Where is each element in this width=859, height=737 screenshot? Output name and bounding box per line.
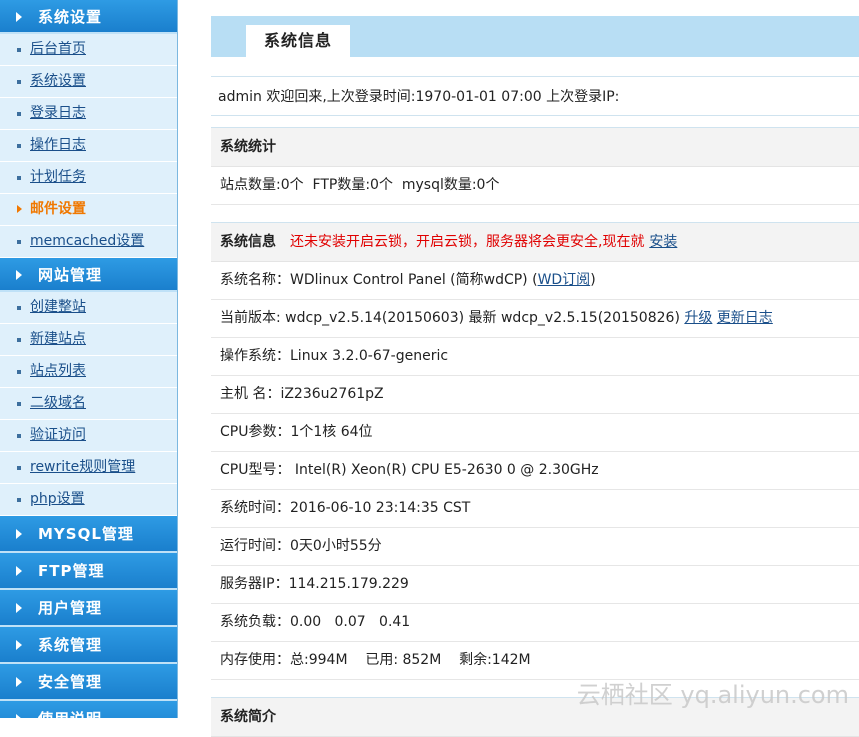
wd-subscribe-link[interactable]: WD订阅 xyxy=(538,272,591,288)
bullet-icon xyxy=(17,240,21,244)
sidebar-section-security[interactable]: 安全管理 xyxy=(0,664,177,701)
info-row-uptime: 运行时间：0天0小时55分 xyxy=(211,528,859,566)
sidebar-section-label: MYSQL管理 xyxy=(38,525,134,543)
sidebar-item-link[interactable]: 创建整站 xyxy=(30,299,86,315)
upgrade-link[interactable]: 升级 xyxy=(684,310,712,326)
sidebar-section-user[interactable]: 用户管理 xyxy=(0,590,177,627)
sidebar-item-link[interactable]: 验证访问 xyxy=(30,427,86,443)
stats-line: 站点数量:0个 FTP数量:0个 mysql数量:0个 xyxy=(211,167,859,205)
sidebar-item-create-site[interactable]: 创建整站 xyxy=(0,292,177,324)
sidebar-item-link[interactable]: 操作日志 xyxy=(30,137,86,153)
watermark: 云栖社区 yq.aliyun.com xyxy=(576,681,849,709)
sidebar-section-label: 网站管理 xyxy=(38,266,103,284)
sidebar-section-help[interactable]: 使用说明 xyxy=(0,701,177,718)
sidebar-item-link[interactable]: 二级域名 xyxy=(30,395,86,411)
info-row-server-ip: 服务器IP：114.215.179.229 xyxy=(211,566,859,604)
info-name-text: 系统名称：WDlinux Control Panel (简称wdCP) ( xyxy=(220,272,538,288)
info-row-load: 系统负载：0.00 0.07 0.41 xyxy=(211,604,859,642)
sidebar-item-rewrite[interactable]: rewrite规则管理 xyxy=(0,452,177,484)
sidebar-item-link[interactable]: 新建站点 xyxy=(30,331,86,347)
bullet-icon xyxy=(17,498,21,502)
info-title: 系统信息 xyxy=(220,234,276,250)
bullet-icon xyxy=(17,306,21,310)
sidebar-item-access-verify[interactable]: 验证访问 xyxy=(0,420,177,452)
welcome-message: admin 欢迎回来,上次登录时间:1970-01-01 07:00 上次登录I… xyxy=(211,76,859,116)
info-header: 系统信息 还未安装开启云锁，开启云锁，服务器将会更安全,现在就 安装 xyxy=(211,223,859,262)
info-row-os: 操作系统：Linux 3.2.0-67-generic xyxy=(211,338,859,376)
arrow-right-icon xyxy=(16,677,22,687)
tab-system-info[interactable]: 系统信息 xyxy=(246,25,350,57)
arrow-right-icon xyxy=(16,270,22,280)
bullet-icon xyxy=(17,402,21,406)
bullet-icon xyxy=(17,370,21,374)
sidebar-section-sys-manage[interactable]: 系统管理 xyxy=(0,627,177,664)
install-link[interactable]: 安装 xyxy=(649,234,677,250)
sidebar: 系统设置 后台首页 系统设置 登录日志 操作日志 计划任务 邮件设置 memca… xyxy=(0,0,178,718)
changelog-link[interactable]: 更新日志 xyxy=(717,310,773,326)
sidebar-item-link[interactable]: 系统设置 xyxy=(30,73,86,89)
bullet-icon xyxy=(17,338,21,342)
bullet-icon xyxy=(17,112,21,116)
sidebar-item-php[interactable]: php设置 xyxy=(0,484,177,516)
info-row-sys-time: 系统时间：2016-06-10 23:14:35 CST xyxy=(211,490,859,528)
sidebar-item-mail-settings[interactable]: 邮件设置 xyxy=(0,194,177,226)
info-row-host: 主机 名：iZ236u2761pZ xyxy=(211,376,859,414)
arrow-right-icon xyxy=(16,603,22,613)
arrow-right-icon xyxy=(16,529,22,539)
sidebar-item-system-settings[interactable]: 系统设置 xyxy=(0,66,177,98)
sidebar-section-label: 用户管理 xyxy=(38,599,103,617)
bullet-icon xyxy=(17,434,21,438)
info-row-cpu-params: CPU参数：1个1核 64位 xyxy=(211,414,859,452)
arrow-right-icon xyxy=(16,12,22,22)
main-content: 系统信息 admin 欢迎回来,上次登录时间:1970-01-01 07:00 … xyxy=(211,0,859,737)
sidebar-item-site-list[interactable]: 站点列表 xyxy=(0,356,177,388)
bullet-icon xyxy=(17,176,21,180)
bullet-icon xyxy=(17,144,21,148)
sidebar-section-mysql[interactable]: MYSQL管理 xyxy=(0,516,177,553)
sidebar-section-label: 安全管理 xyxy=(38,673,103,691)
sidebar-section-label: 使用说明 xyxy=(38,710,102,718)
arrow-right-icon xyxy=(16,714,22,718)
sidebar-item-memcached[interactable]: memcached设置 xyxy=(0,226,177,258)
sidebar-item-link[interactable]: 计划任务 xyxy=(30,169,86,185)
sidebar-item-link[interactable]: 邮件设置 xyxy=(30,201,86,217)
bullet-icon xyxy=(17,48,21,52)
info-row-cpu-model: CPU型号： Intel(R) Xeon(R) CPU E5-2630 0 @ … xyxy=(211,452,859,490)
info-version-text: 当前版本: wdcp_v2.5.14(20150603) 最新 wdcp_v2.… xyxy=(220,310,680,326)
arrow-right-icon xyxy=(17,205,22,213)
sidebar-item-link[interactable]: 站点列表 xyxy=(30,363,86,379)
info-name-suffix: ) xyxy=(590,272,596,288)
sidebar-item-login-log[interactable]: 登录日志 xyxy=(0,98,177,130)
arrow-right-icon xyxy=(16,566,22,576)
yunsuo-warning: 还未安装开启云锁，开启云锁，服务器将会更安全,现在就 xyxy=(290,234,645,250)
sidebar-section-label: 系统设置 xyxy=(38,8,103,26)
sidebar-item-link[interactable]: rewrite规则管理 xyxy=(30,459,135,475)
info-row-name: 系统名称：WDlinux Control Panel (简称wdCP) (WD订… xyxy=(211,262,859,300)
bullet-icon xyxy=(17,466,21,470)
sidebar-section-label: FTP管理 xyxy=(38,562,105,580)
sidebar-section-site[interactable]: 网站管理 xyxy=(0,258,177,292)
arrow-right-icon xyxy=(16,640,22,650)
sidebar-item-link[interactable]: 后台首页 xyxy=(30,41,86,57)
sidebar-section-label: 系统管理 xyxy=(38,636,103,654)
info-row-version: 当前版本: wdcp_v2.5.14(20150603) 最新 wdcp_v2.… xyxy=(211,300,859,338)
stats-panel: 系统统计 站点数量:0个 FTP数量:0个 mysql数量:0个 xyxy=(211,127,859,205)
sidebar-item-home[interactable]: 后台首页 xyxy=(0,34,177,66)
sidebar-item-link[interactable]: php设置 xyxy=(30,491,85,507)
sidebar-item-operation-log[interactable]: 操作日志 xyxy=(0,130,177,162)
sidebar-section-ftp[interactable]: FTP管理 xyxy=(0,553,177,590)
sidebar-item-link[interactable]: 登录日志 xyxy=(30,105,86,121)
sidebar-item-scheduled-tasks[interactable]: 计划任务 xyxy=(0,162,177,194)
sidebar-item-link[interactable]: memcached设置 xyxy=(30,233,144,249)
sidebar-item-new-site[interactable]: 新建站点 xyxy=(0,324,177,356)
info-panel: 系统信息 还未安装开启云锁，开启云锁，服务器将会更安全,现在就 安装 系统名称：W… xyxy=(211,222,859,680)
bullet-icon xyxy=(17,80,21,84)
page-header: 系统信息 xyxy=(211,16,859,57)
sidebar-item-subdomain[interactable]: 二级域名 xyxy=(0,388,177,420)
sidebar-section-system[interactable]: 系统设置 xyxy=(0,0,177,34)
stats-title: 系统统计 xyxy=(211,128,859,167)
